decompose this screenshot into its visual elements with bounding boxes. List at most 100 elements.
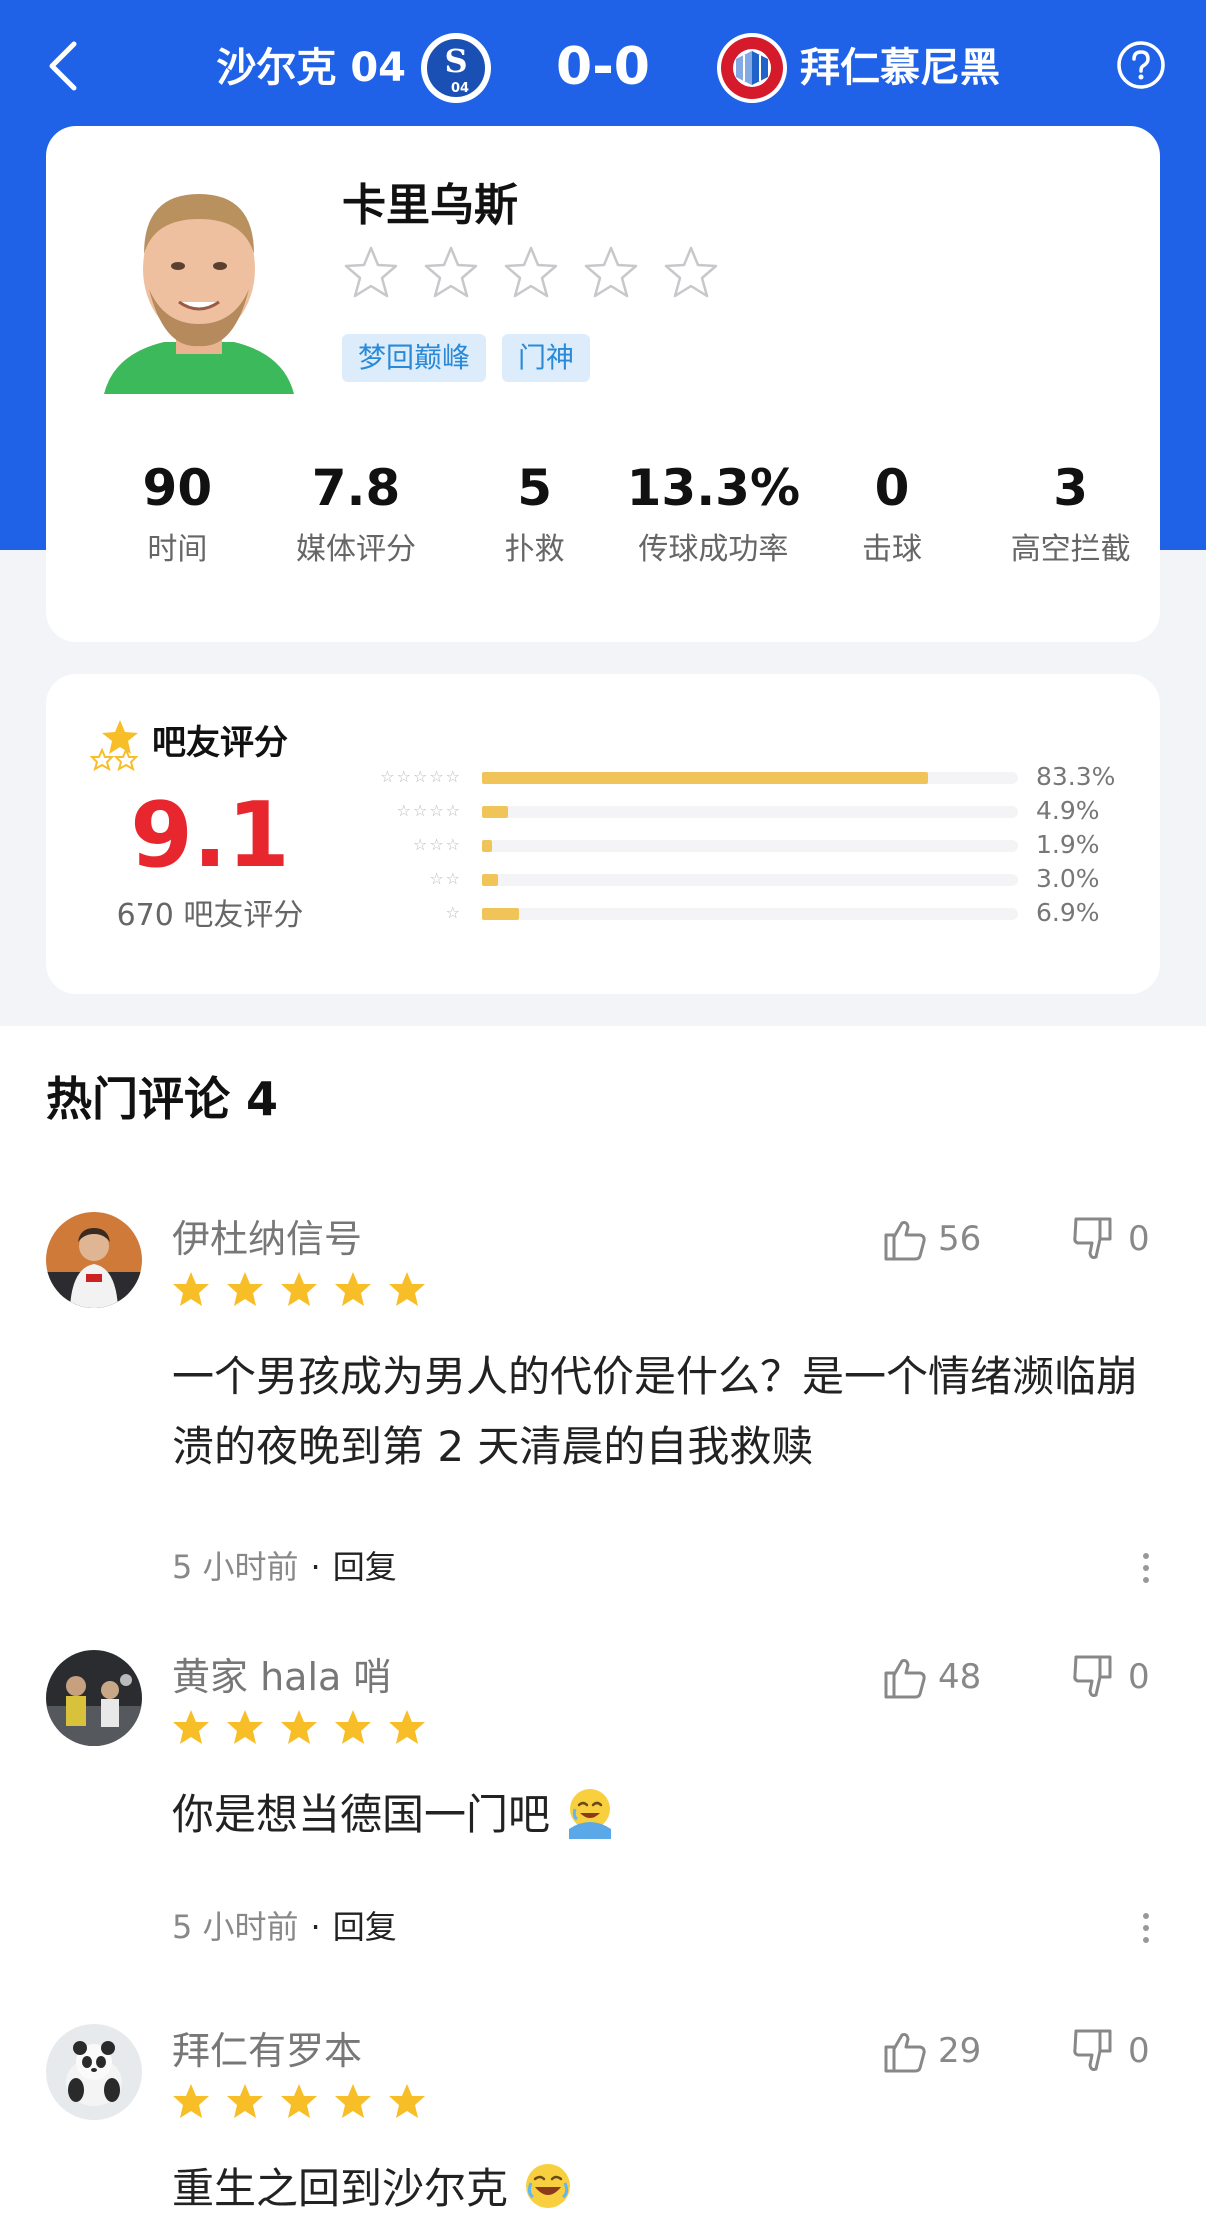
stat-label: 扑救	[504, 532, 565, 567]
away-team-name[interactable]: 拜仁慕尼黑	[800, 40, 1000, 96]
star-icon	[280, 1270, 318, 1308]
distribution-percent: 4.9%	[1036, 796, 1100, 825]
help-icon[interactable]	[1116, 40, 1166, 90]
fan-rating-score: 9.1	[130, 783, 290, 888]
comment-meta: 5 小时前 · 回复	[172, 1542, 397, 1592]
distribution-bar	[482, 908, 519, 920]
back-icon[interactable]	[40, 38, 90, 94]
distribution-bar	[482, 874, 499, 886]
comment-username[interactable]: 伊杜纳信号	[172, 1214, 362, 1264]
comments-section: 热门评论 4 伊杜纳信号 56 0 一个男孩成为男人的代价是什么？是一个情绪濒临…	[0, 1026, 1206, 2213]
player-rating-stars[interactable]	[342, 244, 720, 302]
svg-text:S: S	[444, 42, 467, 80]
thumbs-up-icon	[884, 2033, 926, 2073]
player-tag[interactable]: 梦回巅峰	[342, 334, 487, 382]
like-button[interactable]: 29	[880, 2026, 981, 2076]
star-icon	[172, 2082, 210, 2120]
star-icon	[388, 1708, 426, 1746]
dislike-button[interactable]: 0	[1070, 2026, 1150, 2076]
dislike-count: 0	[1128, 1219, 1150, 1259]
star-icon[interactable]	[662, 244, 720, 302]
star-icon[interactable]	[342, 244, 400, 302]
star-icon[interactable]	[502, 244, 560, 302]
star-icon	[172, 1270, 210, 1308]
stat-value: 5	[517, 459, 553, 517]
comments-title: 热门评论 4	[46, 1072, 279, 1126]
star-icon	[334, 1270, 372, 1308]
distribution-bar-track	[482, 772, 1018, 784]
like-count: 29	[938, 2031, 982, 2071]
reply-button[interactable]: 回复	[333, 1542, 397, 1592]
star-icon	[280, 2082, 318, 2120]
avatar[interactable]	[46, 1650, 142, 1746]
stat-high-claims: 3 高空拦截	[981, 456, 1160, 572]
stat-value: 3	[1053, 459, 1089, 517]
star-icon[interactable]	[422, 244, 480, 302]
star-icon[interactable]	[582, 244, 640, 302]
comment-text: 重生之回到沙尔克	[172, 2154, 1152, 2213]
distribution-bar	[482, 806, 509, 818]
star-icon	[334, 1708, 372, 1746]
home-team-name[interactable]: 沙尔克 04	[216, 40, 406, 96]
distribution-stars: ☆☆☆	[412, 835, 462, 854]
comment-rating	[172, 2082, 426, 2120]
distribution-percent: 1.9%	[1036, 830, 1100, 859]
rating-distribution: ☆☆☆☆☆ 83.3% ☆☆☆☆ 4.9% ☆☆☆ 1.9% ☆☆ 3.0% ☆…	[346, 760, 1136, 930]
comment-text: 你是想当德国一门吧	[172, 1780, 1152, 1850]
dislike-count: 0	[1128, 2031, 1150, 2071]
match-header: 沙尔克 04 S 04 0-0 拜仁慕尼黑	[0, 0, 1206, 130]
star-icon	[334, 2082, 372, 2120]
like-count: 48	[938, 1657, 982, 1697]
more-icon[interactable]	[1136, 1908, 1156, 1948]
like-button[interactable]: 48	[880, 1652, 981, 1702]
stat-time: 90 时间	[88, 456, 267, 572]
comment-rating	[172, 1270, 426, 1308]
comment-text-content: 重生之回到沙尔克	[172, 2164, 509, 2213]
thumbs-up-icon	[884, 1221, 926, 1261]
comment-item: 拜仁有罗本 29 0 重生之回到沙尔克	[0, 2024, 1206, 2213]
distribution-bar	[482, 840, 493, 852]
reply-button[interactable]: 回复	[333, 1902, 397, 1952]
comment-username[interactable]: 拜仁有罗本	[172, 2026, 362, 2076]
dislike-button[interactable]: 0	[1070, 1652, 1150, 1702]
distribution-percent: 6.9%	[1036, 898, 1100, 927]
match-score: 0-0	[556, 37, 650, 97]
distribution-bar-track	[482, 874, 1018, 886]
player-tag[interactable]: 门神	[502, 334, 591, 382]
schalke-logo[interactable]: S 04	[420, 32, 492, 104]
star-icon	[388, 2082, 426, 2120]
fan-rating-title: 吧友评分	[152, 723, 288, 763]
rating-stars-icon	[90, 720, 139, 772]
distribution-bar-track	[482, 908, 1018, 920]
player-card: 卡里乌斯 梦回巅峰 门神 90 时间 7.8 媒体评分 5 扑救 13.3% 传…	[46, 126, 1160, 642]
comment-time: 5 小时前	[172, 1548, 299, 1586]
stat-punches: 0 击球	[803, 456, 982, 572]
distribution-percent: 3.0%	[1036, 864, 1100, 893]
distribution-row: ☆☆☆ 1.9%	[346, 828, 1136, 862]
more-icon[interactable]	[1136, 1548, 1156, 1588]
bayern-logo[interactable]	[716, 32, 788, 104]
star-icon	[226, 1270, 264, 1308]
distribution-percent: 83.3%	[1036, 762, 1116, 791]
player-name: 卡里乌斯	[342, 180, 518, 231]
dislike-button[interactable]: 0	[1070, 1214, 1150, 1264]
player-tags: 梦回巅峰 门神	[342, 334, 591, 382]
avatar[interactable]	[46, 1212, 142, 1308]
stat-value: 90	[142, 459, 213, 517]
fan-rating-count: 670 吧友评分	[116, 898, 304, 933]
comment-item: 黄家 hala 哨 48 0 你是想当德国一门吧 5 小时前 · 回复	[0, 1650, 1206, 2010]
avatar[interactable]	[46, 2024, 142, 2120]
stat-label: 高空拦截	[1010, 532, 1131, 567]
player-photo	[104, 194, 294, 394]
distribution-stars: ☆☆☆☆☆	[380, 767, 462, 786]
comment-rating	[172, 1708, 426, 1746]
fan-rating-card: 吧友评分 9.1 670 吧友评分 ☆☆☆☆☆ 83.3% ☆☆☆☆ 4.9% …	[46, 674, 1160, 994]
comment-username[interactable]: 黄家 hala 哨	[172, 1652, 391, 1702]
player-stats: 90 时间 7.8 媒体评分 5 扑救 13.3% 传球成功率 0 击球 3 高…	[46, 456, 1160, 572]
like-button[interactable]: 56	[880, 1214, 981, 1264]
stat-media-rating: 7.8 媒体评分	[267, 456, 446, 572]
thumbs-down-icon	[1073, 1655, 1112, 1697]
stat-label: 传球成功率	[638, 532, 789, 567]
stat-pass-accuracy: 13.3% 传球成功率	[624, 456, 803, 572]
distribution-stars: ☆☆	[429, 869, 462, 888]
